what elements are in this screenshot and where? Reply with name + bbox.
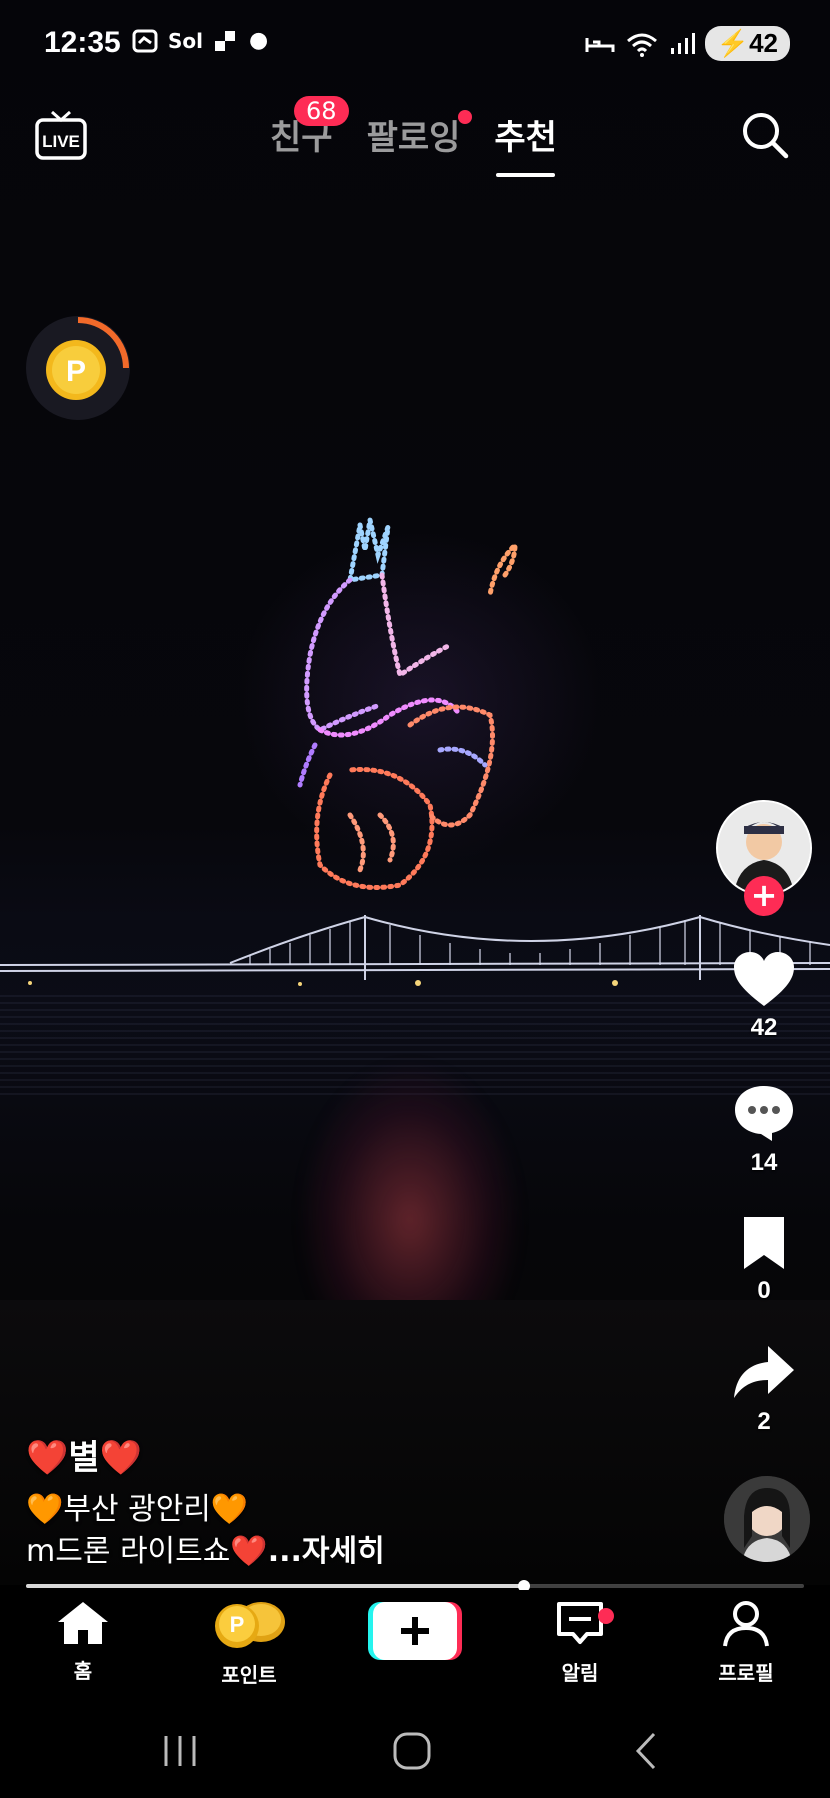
video-player[interactable]	[0, 0, 830, 1585]
home-icon	[58, 1602, 108, 1644]
back-icon[interactable]	[616, 1726, 676, 1776]
video-progress-bar[interactable]	[26, 1580, 804, 1592]
heart-icon	[734, 952, 794, 1006]
bookmark-count: 0	[757, 1277, 771, 1304]
following-dot	[458, 110, 473, 124]
svg-text:P: P	[230, 1612, 245, 1637]
status-left-icons: Sol ●	[132, 28, 268, 53]
dot-icon: ●	[249, 28, 269, 53]
home-system-icon[interactable]	[382, 1726, 442, 1776]
friends-badge: 68	[294, 96, 349, 126]
live-label: LIVE	[42, 132, 80, 151]
coins-icon: P	[215, 1602, 285, 1648]
battery-indicator: ⚡42	[704, 26, 790, 61]
svg-text:P: P	[66, 355, 86, 388]
caption-line-2: m드론 라이트쇼❤️...자세히	[26, 1531, 626, 1573]
bookmark-icon	[744, 1217, 784, 1269]
sol-bank-icon: Sol	[168, 28, 203, 53]
tab-for-you-label: 추천	[494, 118, 557, 158]
like-button[interactable]: 42	[708, 950, 820, 1042]
system-nav-bar	[0, 1700, 830, 1798]
live-icon[interactable]: LIVE	[34, 108, 88, 162]
profile-icon	[723, 1601, 769, 1647]
video-caption: ❤️별❤️ 🧡부산 광안리🧡 m드론 라이트쇼❤️...자세히	[26, 1430, 626, 1573]
bridge-image	[0, 915, 830, 986]
sleep-icon	[585, 37, 615, 52]
feed-tabs: 친구 68 팔로잉 추천	[270, 96, 557, 177]
author-name[interactable]: ❤️별❤️	[26, 1430, 626, 1479]
wifi-5g-icon	[626, 33, 657, 57]
music-disc-avatar[interactable]	[724, 1476, 810, 1562]
comment-button[interactable]: 14	[708, 1083, 820, 1177]
search-icon[interactable]	[740, 110, 790, 160]
bookmark-button[interactable]: 0	[708, 1215, 820, 1305]
nav-home[interactable]: 홈	[13, 1600, 153, 1684]
tab-following[interactable]: 팔로잉	[366, 110, 473, 159]
drone-light-show-image	[297, 519, 518, 890]
bottom-nav: 홈 P 포인트 알림 프로필	[0, 1590, 830, 1700]
status-bar: 12:35 Sol ● ⚡42	[0, 0, 830, 90]
nav-home-label: 홈	[73, 1659, 93, 1683]
app-icon	[215, 30, 235, 51]
recent-apps-icon[interactable]	[150, 1726, 210, 1776]
inbox-notification-dot	[598, 1608, 614, 1624]
see-more-link[interactable]: ...자세히	[268, 1534, 385, 1569]
comment-count: 14	[750, 1149, 778, 1176]
nav-points[interactable]: P 포인트	[179, 1600, 319, 1688]
like-count: 42	[750, 1014, 778, 1041]
caption-line-1: 🧡부산 광안리🧡	[26, 1492, 249, 1527]
notification-icon	[132, 29, 158, 52]
nav-points-label: 포인트	[221, 1663, 277, 1687]
coin-reward-widget[interactable]: P	[26, 316, 130, 420]
share-count: 2	[757, 1408, 771, 1435]
tab-for-you[interactable]: 추천	[494, 110, 557, 177]
create-plus-icon	[368, 1602, 462, 1660]
share-arrow-icon	[734, 1346, 794, 1398]
screen: 12:35 Sol ● ⚡42 LIVE 친구 68 팔로잉 추천 P + 42…	[0, 0, 830, 1798]
video-progress-fill	[26, 1584, 524, 1588]
nav-inbox[interactable]: 알림	[510, 1600, 650, 1686]
tab-friends[interactable]: 친구 68	[270, 96, 349, 159]
comment-icon	[735, 1086, 793, 1141]
creator-avatar-button[interactable]: +	[716, 800, 812, 916]
top-nav: LIVE 친구 68 팔로잉 추천	[0, 96, 830, 190]
follow-plus-button[interactable]: +	[744, 876, 784, 916]
battery-level: 42	[749, 28, 778, 58]
coin-progress-icon: P	[46, 317, 129, 400]
inbox-icon	[557, 1602, 603, 1644]
share-button[interactable]: 2	[708, 1342, 820, 1436]
signal-icon	[670, 32, 695, 54]
caption-line-2-text: m드론 라이트쇼❤️	[26, 1534, 268, 1569]
status-time: 12:35	[44, 26, 121, 59]
nav-profile-label: 프로필	[718, 1661, 774, 1685]
create-button[interactable]	[368, 1600, 462, 1662]
music-disc-image	[724, 1476, 810, 1562]
status-right-icons: ⚡42	[585, 26, 790, 61]
tab-following-label: 팔로잉	[366, 118, 461, 158]
nav-profile[interactable]: 프로필	[676, 1600, 816, 1686]
nav-inbox-label: 알림	[561, 1661, 599, 1685]
